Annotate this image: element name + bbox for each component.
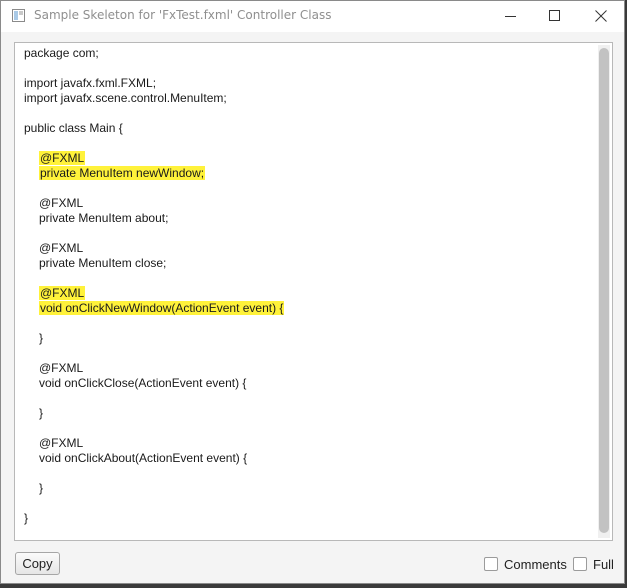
code-text: } <box>39 406 44 420</box>
full-checkbox[interactable] <box>573 557 587 571</box>
code-text: package com; <box>24 46 99 60</box>
code-line: @FXML <box>24 151 284 166</box>
code-text: } <box>24 511 29 525</box>
full-label: Full <box>593 557 614 572</box>
scroll-thumb[interactable] <box>599 48 609 533</box>
comments-label: Comments <box>504 557 567 572</box>
code-line: } <box>24 406 284 421</box>
code-text: public class Main { <box>24 121 123 135</box>
code-line: void onClickClose(ActionEvent event) { <box>24 376 284 391</box>
code-text: @FXML <box>39 241 84 255</box>
maximize-button[interactable] <box>532 1 578 32</box>
code-line: void onClickNewWindow(ActionEvent event)… <box>24 301 285 316</box>
code-line: @FXML <box>24 196 284 211</box>
code-text: @FXML <box>39 196 84 210</box>
code-line: @FXML <box>24 436 284 451</box>
vertical-scrollbar[interactable] <box>598 45 610 538</box>
title-bar[interactable]: Sample Skeleton for 'FxTest.fxml' Contro… <box>1 1 624 32</box>
copy-button[interactable]: Copy <box>15 552 60 575</box>
code-line: private MenuItem newWindow; <box>24 166 284 181</box>
code-line: import javafx.fxml.FXML; <box>24 76 284 91</box>
code-line: } <box>24 331 284 346</box>
code-line: } <box>24 481 284 496</box>
close-button[interactable] <box>578 1 624 32</box>
minimize-button[interactable] <box>488 1 534 32</box>
code-line: void onClickAbout(ActionEvent event) { <box>24 451 284 466</box>
code-line: @FXML <box>24 361 284 376</box>
code-text: @FXML <box>39 361 84 375</box>
code-line: package com; <box>24 46 284 61</box>
code-text-area[interactable]: package com; import javafx.fxml.FXML; impo… <box>14 42 613 541</box>
code-line: public class Main { <box>24 121 284 136</box>
code-line: @FXML <box>24 286 284 301</box>
code-text: } <box>39 481 44 495</box>
highlighted-code-text: @FXML <box>39 286 86 300</box>
code-text: } <box>39 331 44 345</box>
code-line: @FXML <box>24 241 284 256</box>
code-text: void onClickAbout(ActionEvent event) { <box>39 451 248 465</box>
maximize-icon <box>549 10 560 21</box>
code-line: private MenuItem close; <box>24 256 284 271</box>
close-icon <box>595 10 607 22</box>
comments-checkbox[interactable] <box>484 557 498 571</box>
highlighted-code-text: void onClickNewWindow(ActionEvent event)… <box>39 301 285 315</box>
code-text: import javafx.scene.control.MenuItem; <box>24 91 227 105</box>
window-app-icon <box>12 9 25 22</box>
code-line: import javafx.scene.control.MenuItem; <box>24 91 284 106</box>
dialog-window: Sample Skeleton for 'FxTest.fxml' Contro… <box>0 0 625 584</box>
code-text: @FXML <box>39 436 84 450</box>
code-text: void onClickClose(ActionEvent event) { <box>39 376 247 390</box>
window-title: Sample Skeleton for 'FxTest.fxml' Contro… <box>34 8 332 22</box>
code-text: private MenuItem close; <box>39 256 167 270</box>
highlighted-code-text: private MenuItem newWindow; <box>39 166 206 180</box>
code-content: package com; import javafx.fxml.FXML; impo… <box>24 46 285 526</box>
code-line: } <box>24 511 284 526</box>
highlighted-code-text: @FXML <box>39 151 86 165</box>
code-line: private MenuItem about; <box>24 211 284 226</box>
code-text: private MenuItem about; <box>39 211 169 225</box>
minimize-icon <box>505 16 516 17</box>
code-text: import javafx.fxml.FXML; <box>24 76 157 90</box>
